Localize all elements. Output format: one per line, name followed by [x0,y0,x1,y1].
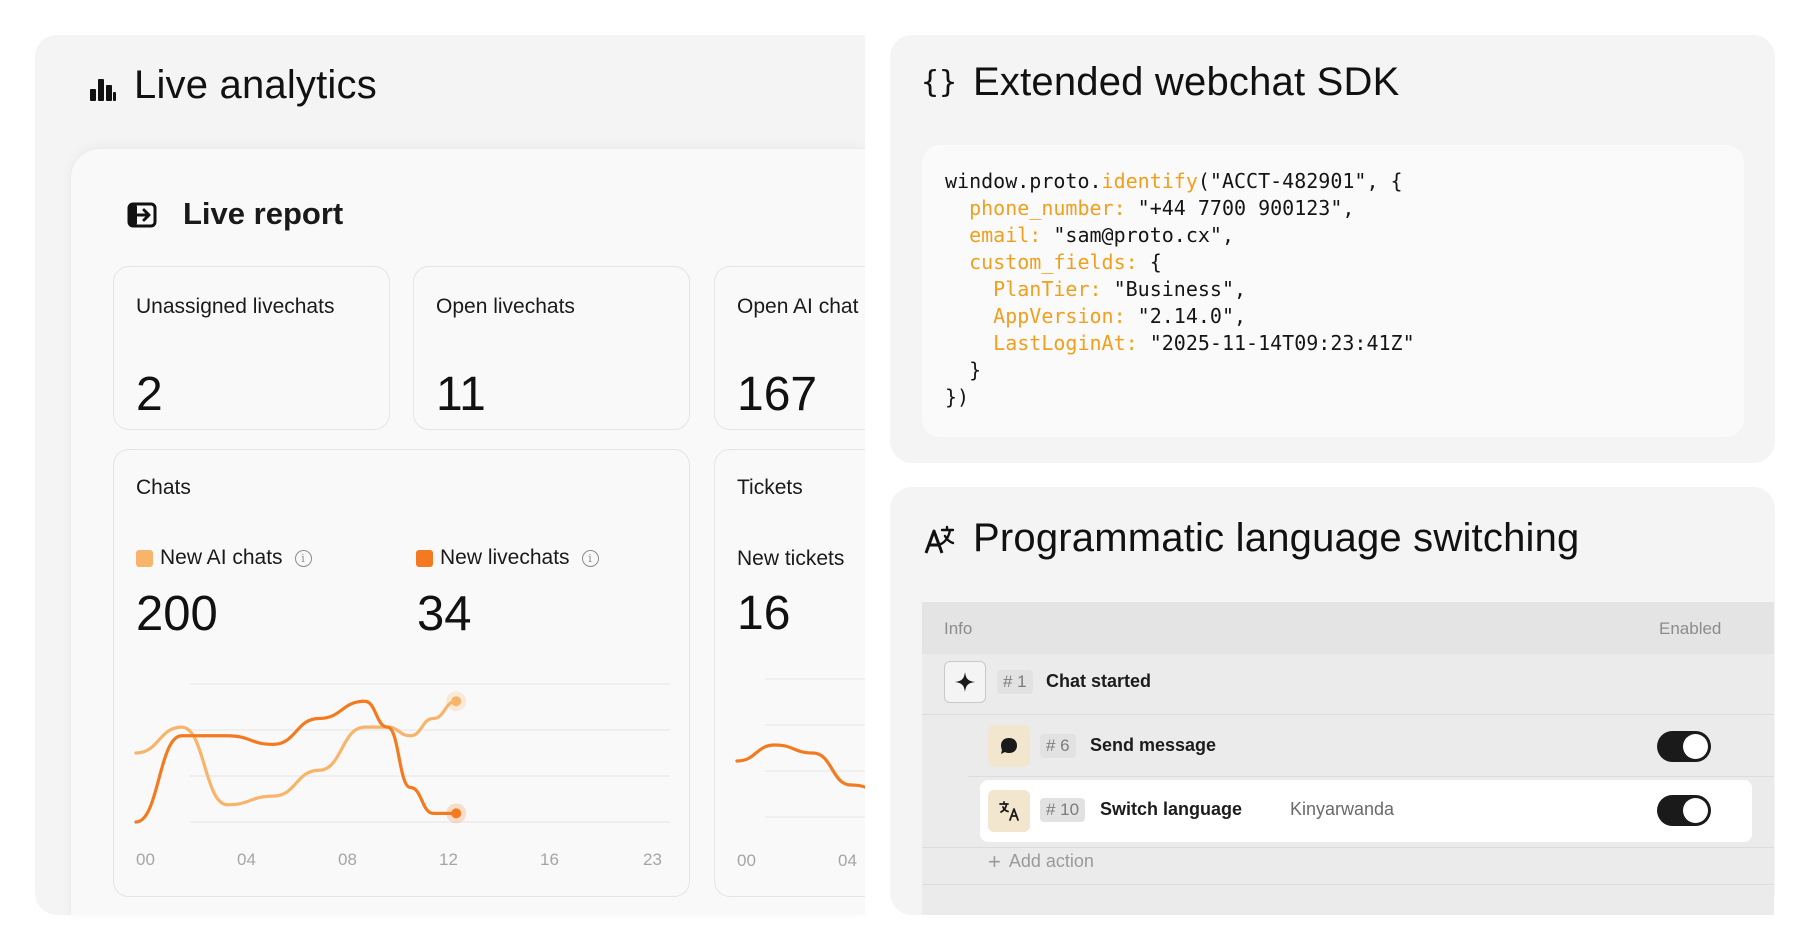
enter-box-icon [126,200,158,230]
panel-title: Extended webchat SDK [973,60,1400,104]
stat-label: Unassigned livechats [136,295,335,318]
add-action-button[interactable]: + Add action [988,848,1094,874]
legend-swatch [136,549,153,567]
row-number: # 1 [997,670,1033,694]
stat-label: Open AI chat [737,295,859,318]
curly-braces-icon: {} [920,64,958,100]
code-value: "+44 7700 900123", [1125,196,1355,220]
row-label: Switch language [1100,799,1243,819]
column-header-info: Info [944,619,973,638]
code-value: "Business", [1101,277,1247,301]
legend-label: New tickets [737,547,845,570]
series-line-ai-chats [134,699,458,807]
enabled-toggle[interactable] [1657,731,1711,762]
code-snippet[interactable]: window.proto.identify("ACCT-482901", { p… [945,168,1415,411]
row-number: # 6 [1040,734,1076,758]
chat-bubble-icon [988,725,1030,767]
code-key: email: [969,223,1042,247]
stat-value: 167 [737,368,818,421]
code-token: ("ACCT-482901", { [1197,169,1403,193]
code-token: } [969,358,982,382]
code-key: PlanTier: [993,277,1102,301]
stat-card-open-livechats[interactable]: Open livechats 11 [413,266,690,430]
legend-item-ai-chats: New AI chats i [136,546,312,570]
report-title: Live report [183,196,344,231]
row-label: Send message [1090,735,1217,755]
plus-icon: + [988,848,1001,874]
table-header [922,602,1774,654]
panel-title: Live analytics [134,63,377,107]
info-icon[interactable]: i [581,549,599,567]
x-tick-label: 00 [737,851,756,870]
code-value: "sam@proto.cx", [1041,223,1234,247]
panel-title: Programmatic language switching [973,516,1580,560]
row-divider [922,884,1774,885]
series-line-tickets [735,743,884,795]
chart-title: Tickets [737,476,803,499]
code-key: custom_fields: [969,250,1138,274]
translate-icon [922,522,956,558]
add-action-label: Add action [1008,851,1094,871]
tickets-line-chart [735,678,884,818]
ai-chats-total: 200 [136,587,218,641]
code-token: identify [1101,169,1198,193]
code-token: window.proto. [945,169,1102,193]
row-divider [922,714,1774,715]
column-header-enabled: Enabled [1659,619,1722,638]
code-value: { [1137,250,1162,274]
chats-line-chart [134,683,670,824]
chart-title: Chats [136,476,191,499]
code-key: LastLoginAt: [993,331,1138,355]
data-point [451,808,462,819]
bar-chart-icon [88,74,118,104]
livechats-total: 34 [417,587,472,641]
x-tick-label: 08 [338,850,357,869]
row-number: # 10 [1040,798,1086,822]
stat-label: Open livechats [436,295,575,318]
x-tick-label: 04 [237,850,256,869]
panel-clip-edge [865,30,890,930]
enabled-toggle[interactable] [1657,795,1711,826]
x-tick-label: 16 [540,850,559,869]
x-tick-label: 00 [136,850,155,869]
row-divider [922,847,1774,848]
toggle-knob [1683,734,1708,759]
stat-card-unassigned[interactable]: Unassigned livechats 2 [113,266,390,430]
x-tick-label: 23 [643,850,662,869]
data-point [451,696,462,707]
stat-card-open-ai-chats[interactable]: Open AI chat 167 [714,266,884,430]
legend-label: New livechats [440,546,570,569]
code-value: "2025-11-14T09:23:41Z" [1137,331,1415,355]
info-icon[interactable]: i [294,549,312,567]
tickets-total: 16 [737,587,791,640]
stat-value: 2 [136,368,163,421]
x-tick-label: 12 [439,850,458,869]
toggle-knob [1683,798,1708,823]
series-line-livechats [134,699,458,824]
sparkle-icon [944,661,986,703]
legend-swatch [416,549,433,567]
language-value[interactable]: Kinyarwanda [1290,799,1394,820]
code-token: }) [945,385,970,409]
legend-label: New AI chats [160,546,283,569]
legend-item-livechats: New livechats i [416,546,599,570]
code-key: AppVersion: [993,304,1126,328]
row-divider [968,776,1774,777]
row-label: Chat started [1046,671,1152,691]
code-value: "2.14.0", [1125,304,1247,328]
stat-value: 11 [436,368,486,421]
code-key: phone_number: [969,196,1126,220]
x-tick-label: 04 [838,851,857,870]
language-icon [988,790,1030,832]
tickets-chart-card: Tickets New tickets 16 00 04 [714,449,884,897]
